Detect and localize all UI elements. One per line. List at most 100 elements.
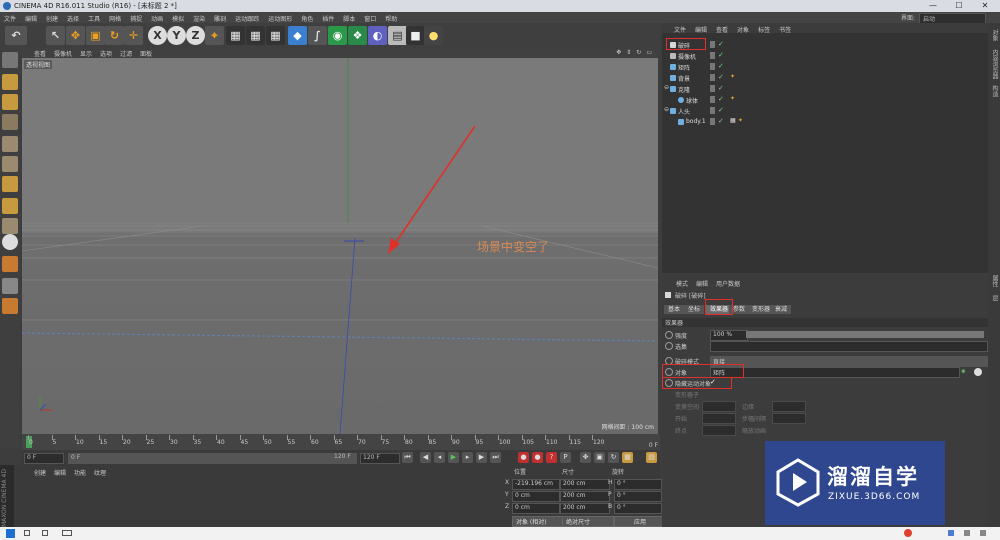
size-z-field[interactable]: 200 cm (560, 503, 610, 514)
rotation-p-field[interactable]: 0 ° (614, 491, 662, 502)
axis-mode-icon[interactable] (2, 198, 18, 214)
tray-icon[interactable] (964, 530, 970, 536)
viewport-menu-view[interactable]: 查看 (34, 49, 46, 58)
object-row-shatter[interactable]: 破碎 ✓ (662, 40, 988, 50)
cube-icon[interactable]: ◆ (288, 26, 307, 45)
render-view-icon[interactable]: ▦ (226, 26, 245, 45)
record-key-icon[interactable]: ● (518, 452, 529, 463)
material-menu-create[interactable]: 创建 (34, 468, 46, 477)
scale-tool-icon[interactable]: ▣ (86, 26, 105, 45)
scale-key-icon[interactable]: ▣ (594, 452, 605, 463)
viewport-toggle-icon[interactable]: ▭ (646, 49, 652, 56)
axis-z-button[interactable]: Z (186, 26, 205, 45)
tweak-mode-icon[interactable] (2, 218, 18, 234)
strip-tab-attributes[interactable]: 属性 (990, 275, 999, 287)
selection-radio[interactable] (665, 342, 673, 350)
tab-coord[interactable]: 坐标 (684, 305, 705, 314)
obj-menu-bookmarks[interactable]: 书签 (779, 25, 791, 34)
tab-falloff[interactable]: 衰减 (771, 305, 792, 314)
transform-tool-icon[interactable]: ✛ (124, 26, 143, 45)
spline-pen-icon[interactable]: ∫ (308, 26, 327, 45)
strength-field[interactable]: 100 % (710, 330, 748, 341)
strength-radio[interactable] (665, 331, 673, 339)
obj-menu-view[interactable]: 查看 (716, 25, 728, 34)
menu-render[interactable]: 渲染 (193, 14, 205, 23)
axis-x-button[interactable]: X (148, 26, 167, 45)
obj-menu-objects[interactable]: 对象 (737, 25, 749, 34)
material-menu-edit[interactable]: 编辑 (54, 468, 66, 477)
obj-menu-edit[interactable]: 编辑 (695, 25, 707, 34)
snap-icon[interactable] (2, 234, 18, 250)
strip-tab-structure[interactable]: 构造 (990, 85, 999, 97)
tray-icon[interactable] (904, 529, 912, 537)
tray-icon[interactable] (980, 530, 986, 536)
menu-sculpt[interactable]: 雕刻 (214, 14, 226, 23)
coord-mode-select[interactable]: 对象 (相对) (512, 516, 564, 527)
strength-slider[interactable] (746, 331, 984, 338)
goto-start-icon[interactable]: ⏮ (402, 452, 413, 463)
object-row-cloner[interactable]: ⊖ 克隆 ✓ (662, 84, 988, 94)
points-mode-icon[interactable] (2, 136, 18, 152)
object-row-body[interactable]: body.1 ✓ ▦ ✦ (662, 117, 988, 127)
quantize-icon[interactable] (2, 298, 18, 314)
model-mode-icon[interactable] (2, 74, 18, 90)
apply-button[interactable]: 应用 (614, 516, 666, 527)
size-x-field[interactable]: 200 cm (560, 479, 610, 490)
timeline-window-icon[interactable]: ▤ (646, 452, 657, 463)
taskbar-app-icon[interactable] (42, 530, 48, 536)
strip-tab-layers[interactable]: 层 (990, 295, 999, 301)
object-row-matrix[interactable]: 矩阵 ✓ (662, 62, 988, 72)
move-tool-icon[interactable]: ✥ (66, 26, 85, 45)
rotation-h-field[interactable]: 0 ° (614, 479, 662, 490)
maximize-button[interactable]: ☐ (946, 0, 972, 12)
next-key-icon[interactable]: ▶ (476, 452, 487, 463)
menu-create[interactable]: 创建 (46, 14, 58, 23)
move-key-icon[interactable]: ✥ (580, 452, 591, 463)
object-row-background[interactable]: 背景 ✓ ✦ (662, 73, 988, 83)
strip-tab-objects[interactable]: 对象 (990, 29, 999, 41)
obj-menu-file[interactable]: 文件 (674, 25, 686, 34)
menu-help[interactable]: 帮助 (385, 14, 397, 23)
timeline-ruler[interactable]: 0 5 10 15 20 25 30 35 40 45 50 55 60 65 70 75 80 85 90 95 10… (22, 434, 660, 450)
coordinate-system-icon[interactable]: ⌖ (205, 26, 224, 45)
keyframe-mode-icon[interactable]: P (560, 452, 571, 463)
edges-mode-icon[interactable] (2, 156, 18, 172)
viewport-menu-cameras[interactable]: 摄像机 (54, 49, 72, 58)
perspective-viewport[interactable]: 透视视图 网格间距 : 100 cm (22, 58, 658, 434)
viewport-menu-filter[interactable]: 过滤 (120, 49, 132, 58)
menu-animate[interactable]: 动画 (151, 14, 163, 23)
frame-range-slider[interactable]: 0 F (68, 453, 357, 464)
minimize-button[interactable]: — (920, 0, 946, 12)
menu-file[interactable]: 文件 (4, 14, 16, 23)
prev-key-icon[interactable]: ◀ (420, 452, 431, 463)
taskbar-app-icon[interactable] (24, 530, 30, 536)
menu-motion-tracking[interactable]: 运动跟踪 (235, 14, 259, 23)
viewport-menu-options[interactable]: 选项 (100, 49, 112, 58)
planar-workplane-icon[interactable] (2, 278, 18, 294)
taskbar-app-icon[interactable] (62, 530, 72, 536)
menu-plugins[interactable]: 插件 (322, 14, 334, 23)
material-manager[interactable]: 创建 编辑 功能 纹理 (14, 465, 504, 527)
tray-icon[interactable] (948, 530, 954, 536)
menu-simulate[interactable]: 模拟 (172, 14, 184, 23)
size-y-field[interactable]: 200 cm (560, 491, 610, 502)
attr-menu-edit[interactable]: 编辑 (696, 279, 708, 288)
lock-workplane-icon[interactable] (2, 256, 18, 272)
subdivision-surface-icon[interactable]: ◉ (328, 26, 347, 45)
expand-icon[interactable]: ⊖ (664, 106, 669, 113)
workplane-icon[interactable] (2, 114, 18, 130)
attr-menu-mode[interactable]: 模式 (676, 279, 688, 288)
rotation-b-field[interactable]: 0 ° (614, 503, 662, 514)
position-z-field[interactable]: 0 cm (512, 503, 560, 514)
axis-y-button[interactable]: Y (167, 26, 186, 45)
light-icon[interactable]: ● (424, 26, 443, 45)
rotate-tool-icon[interactable]: ↻ (105, 26, 124, 45)
mode-select[interactable]: 直接 (710, 356, 988, 367)
menu-select[interactable]: 选择 (67, 14, 79, 23)
end-frame-field[interactable]: 120 F (360, 453, 400, 464)
menu-tools[interactable]: 工具 (88, 14, 100, 23)
position-y-field[interactable]: 0 cm (512, 491, 560, 502)
render-settings-icon[interactable]: ▦ (266, 26, 285, 45)
size-mode-select[interactable]: 绝对尺寸 (562, 516, 614, 527)
rotate-key-icon[interactable]: ↻ (608, 452, 619, 463)
